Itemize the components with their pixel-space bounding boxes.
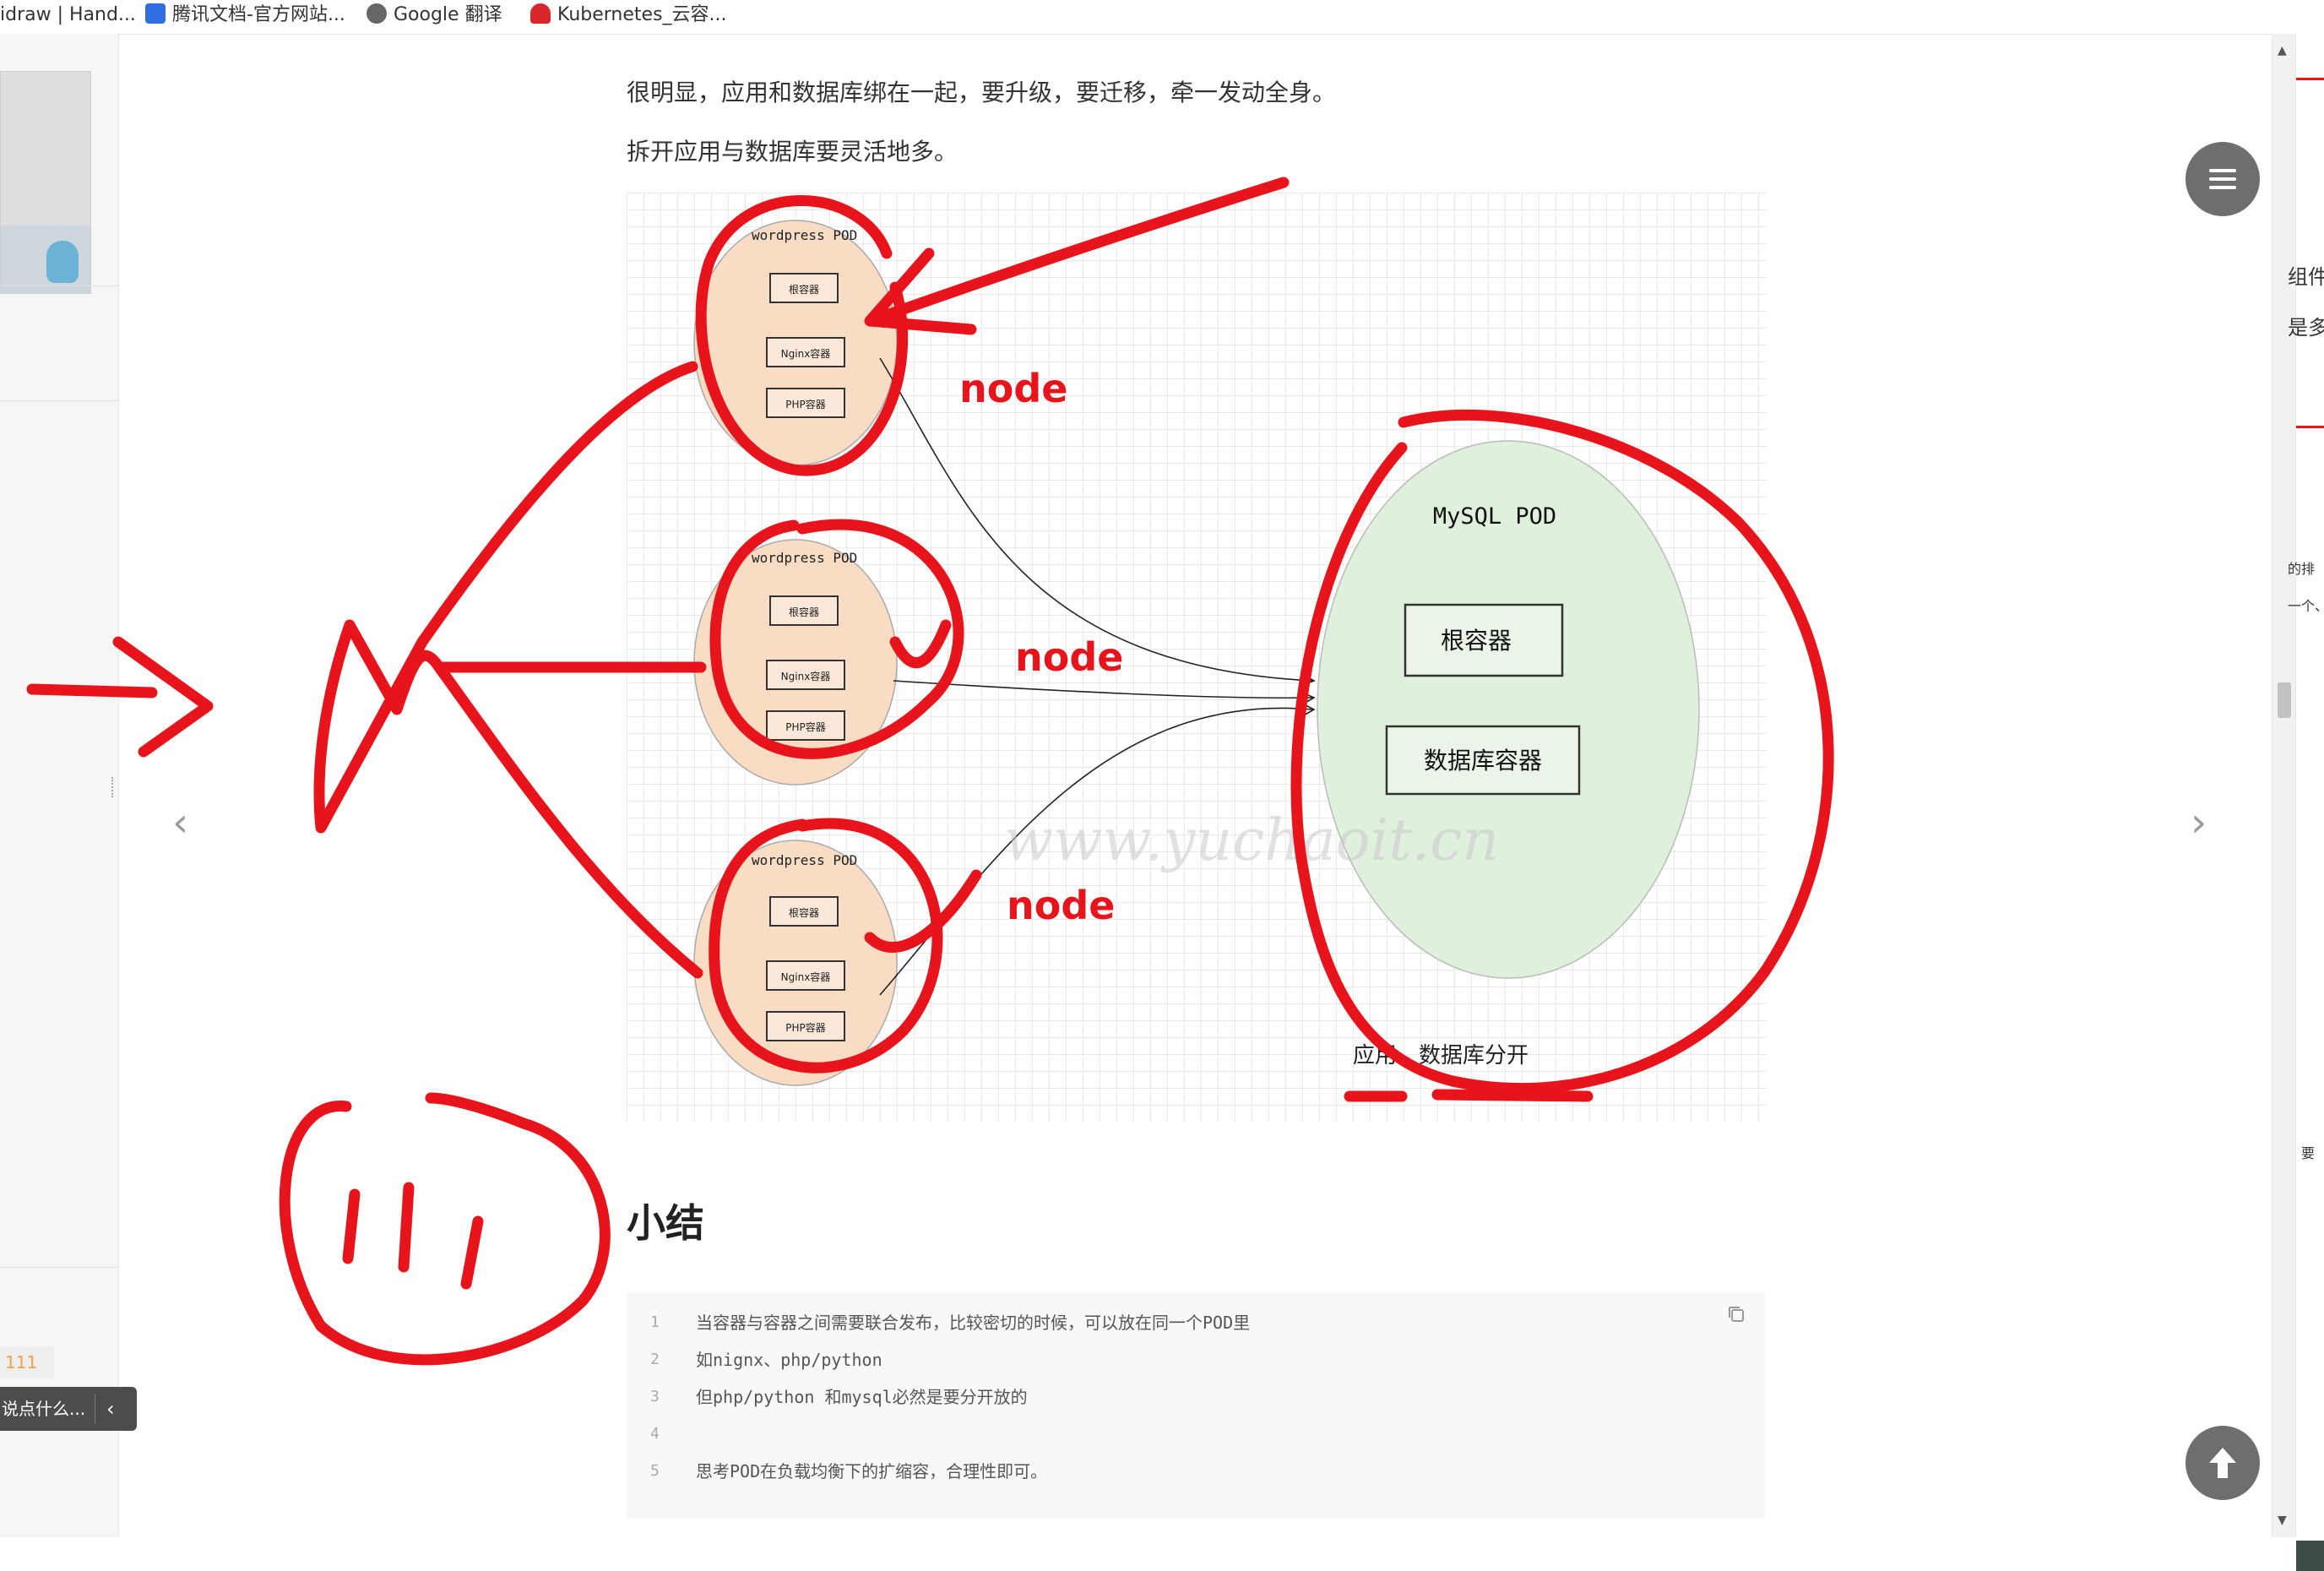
huawei-icon [530,3,551,24]
line-number: 1 [650,1313,660,1331]
diagram-svg: wordpress POD 根容器 Nginx容器 PHP容器 wordpres… [693,220,1700,1086]
tencent-docs-icon [145,3,166,24]
line-number: 5 [650,1462,660,1480]
preview-text: 的排 [2288,561,2316,577]
page-scrollbar[interactable]: ▲ ▼ [2272,34,2296,1537]
section-heading: 小结 [627,1200,704,1246]
globe-icon [367,3,387,24]
scroll-down-icon[interactable]: ▼ [2278,1514,2287,1527]
preview-red-line [2296,78,2324,80]
article-paragraph: 拆开应用与数据库要灵活地多。 [627,138,958,166]
bookmarks-bar: idraw | Hand... 腾讯文档-官方网站... Google 翻译 K… [0,0,2324,35]
next-page-chevron-icon[interactable]: › [2191,802,2207,843]
scroll-thumb[interactable] [2278,682,2291,718]
menu-button[interactable] [2186,142,2260,216]
bookmark-label: idraw | Hand... [0,4,136,25]
thumbnail-image[interactable] [0,71,91,294]
resize-handle[interactable] [111,777,117,797]
divider [0,285,118,286]
like-count: 111 [5,1352,38,1373]
bookmark-google-translate[interactable]: Google 翻译 [367,0,502,30]
scroll-up-icon[interactable]: ▲ [2278,44,2287,57]
prev-page-chevron-icon[interactable]: ‹ [172,802,188,843]
tally-mark [342,1188,361,1264]
article-paragraph: 很明显，应用和数据库绑在一起，要升级，要迁移，牵一发动全身。 [627,79,1337,106]
circled-three [279,1092,611,1366]
wordpress-pod-3: wordpress POD 根容器 Nginx容器 PHP容器 [693,840,898,1086]
hamburger-icon [2209,169,2236,189]
mysql-pod: MySQL POD 根容器 数据库容器 [1317,440,1700,979]
bookmark-idraw[interactable]: idraw | Hand... [0,0,136,30]
arrow-up-icon [2209,1448,2236,1478]
nginx-container-label: Nginx容器 [781,970,831,983]
line-number: 2 [650,1351,660,1368]
gopher-icon [46,241,79,283]
like-count-badge[interactable]: 111 [0,1346,54,1378]
nginx-container-label: Nginx容器 [781,347,831,360]
bookmark-label: Google 翻译 [394,4,502,25]
diagram-caption: 应用、数据库分开 [1353,1043,1529,1068]
line-number: 3 [650,1388,660,1405]
preview-dark-block [2296,1541,2324,1571]
preview-text: 是多 [2288,316,2324,340]
line-text: 如nignx、php/python [696,1350,882,1370]
wordpress-pod-1: wordpress POD 根容器 Nginx容器 PHP容器 [693,220,898,466]
tally-mark [398,1182,415,1273]
copy-icon[interactable] [1726,1304,1746,1324]
tally-mark [460,1215,484,1290]
back-to-top-button[interactable] [2186,1426,2260,1500]
mysql-root-container-label: 根容器 [1441,627,1512,655]
preview-red-line [2296,426,2324,428]
bookmark-label: Kubernetes_云容... [557,4,727,25]
php-container-label: PHP容器 [785,398,826,410]
connector-arrows [879,357,1316,996]
comment-bar[interactable]: 说点什么... ‹ [0,1387,137,1431]
left-sidebar: 111 说点什么... ‹ [0,34,137,1537]
line-number: 4 [650,1425,660,1443]
architecture-diagram: wordpress POD 根容器 Nginx容器 PHP容器 wordpres… [627,193,1767,1122]
preview-text: 要 [2301,1145,2316,1161]
pod-title: wordpress POD [752,227,857,243]
root-container-label: 根容器 [789,906,819,919]
pod-title: wordpress POD [752,550,857,566]
bookmark-tencent-docs[interactable]: 腾讯文档-官方网站... [145,0,345,30]
mysql-db-container-label: 数据库容器 [1424,747,1542,775]
code-block: 1 当容器与容器之间需要联合发布，比较密切的时候，可以放在同一个POD里 2 如… [627,1292,1765,1519]
divider [0,1267,118,1268]
pod-title: wordpress POD [752,852,857,868]
right-preview-strip: 组件 是多 的排 一个、 要 [2288,34,2324,1571]
root-container-label: 根容器 [789,606,819,618]
collapse-chevron-icon[interactable]: ‹ [106,1387,115,1431]
nginx-container-label: Nginx容器 [781,670,831,682]
line-text: 当容器与容器之间需要联合发布，比较密切的时候，可以放在同一个POD里 [696,1313,1251,1333]
bookmark-kubernetes[interactable]: Kubernetes_云容... [530,0,727,30]
comment-placeholder: 说点什么... [2,1399,86,1419]
bookmark-label: 腾讯文档-官方网站... [172,4,345,25]
divider [0,400,118,401]
preview-text: 组件 [2288,265,2324,289]
php-container-label: PHP容器 [785,1021,826,1034]
mysql-pod-title: MySQL POD [1433,503,1556,530]
line-text: 思考POD在负载均衡下的扩缩容，合理性即可。 [696,1461,1048,1481]
watermark-text: www.yuchaoit.cn [1004,807,1499,874]
root-container-label: 根容器 [789,283,819,296]
line-text: 但php/python 和mysql必然是要分开放的 [696,1387,1028,1407]
gopher-image [1,226,90,293]
php-container-label: PHP容器 [785,720,826,733]
wordpress-pod-2: wordpress POD 根容器 Nginx容器 PHP容器 [693,539,898,786]
preview-text: 一个、 [2288,598,2324,614]
